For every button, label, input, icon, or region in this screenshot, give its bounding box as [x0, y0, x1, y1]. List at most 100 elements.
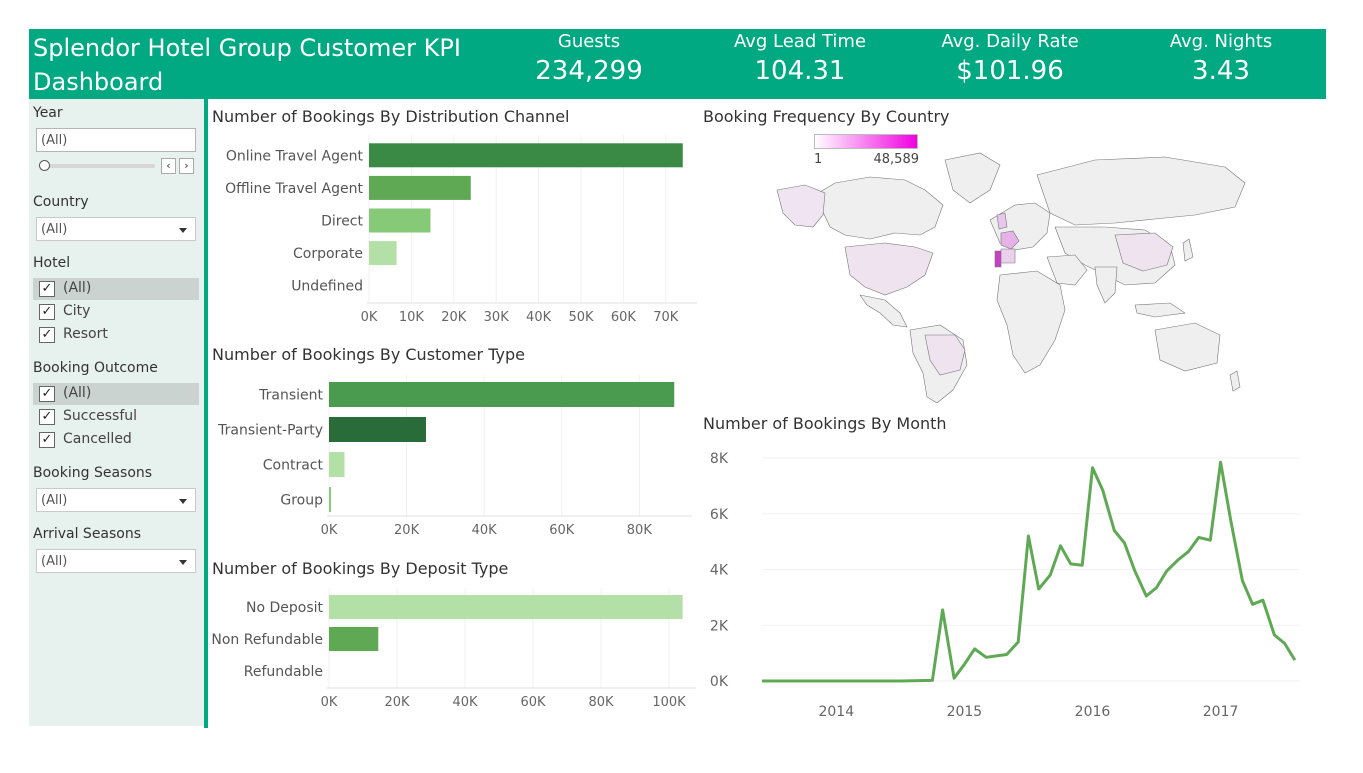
- tick-label: 40K: [452, 695, 478, 710]
- year-slider-track[interactable]: [43, 164, 155, 168]
- bar: [369, 208, 431, 233]
- country-shape-india: [1094, 266, 1118, 304]
- filter-title-booking-seasons: Booking Seasons: [33, 465, 153, 481]
- country-shape-japan: [1182, 238, 1194, 262]
- checkbox-checked-icon[interactable]: ✓: [39, 409, 55, 425]
- tick-label: 20K: [384, 695, 410, 710]
- tick-label: 80K: [627, 523, 653, 538]
- country-map-title: Booking Frequency By Country: [703, 107, 950, 126]
- booking-seasons-dropdown[interactable]: (All): [36, 488, 196, 512]
- checkbox-checked-icon[interactable]: ✓: [39, 304, 55, 320]
- filter-title-hotel: Hotel: [33, 255, 71, 271]
- next-icon[interactable]: ›: [179, 158, 194, 174]
- bar: [329, 595, 683, 619]
- chevron-down-icon: [179, 560, 187, 565]
- arrival-seasons-value: (All): [41, 554, 68, 569]
- monthly-bookings-title: Number of Bookings By Month: [703, 414, 947, 433]
- country-shape-indonesia: [1134, 302, 1186, 318]
- category-label: Contract: [263, 458, 324, 474]
- bar: [329, 487, 331, 512]
- checkbox-checked-icon[interactable]: ✓: [39, 281, 55, 297]
- world-map[interactable]: [775, 135, 1255, 404]
- x-tick-label: 2015: [947, 704, 983, 720]
- category-label: Transient-Party: [217, 423, 323, 439]
- category-label: Direct: [321, 214, 363, 230]
- checkbox-checked-icon[interactable]: ✓: [39, 386, 55, 402]
- country-dropdown[interactable]: (All): [36, 217, 196, 241]
- year-filter-input[interactable]: (All): [36, 128, 196, 152]
- customer-type-title: Number of Bookings By Customer Type: [212, 345, 525, 364]
- monthly-bookings-chart: 0K 2K 4K 6K 8K 2014 2015 2016 2017: [710, 451, 1300, 720]
- category-label: Group: [280, 493, 323, 509]
- country-shape-portugal: [994, 250, 1002, 268]
- tick-label: 20K: [394, 523, 420, 538]
- tick-label: 40K: [526, 310, 552, 325]
- bar: [369, 175, 471, 200]
- sidebar-divider: [204, 99, 208, 728]
- category-label: Refundable: [244, 664, 323, 680]
- filter-sidebar: Year (All) ‹ › Country (All) Hotel ✓ (Al…: [29, 99, 204, 726]
- outcome-option-cancelled[interactable]: ✓ Cancelled: [33, 429, 199, 451]
- filter-title-year: Year: [33, 105, 63, 121]
- outcome-option-successful[interactable]: ✓ Successful: [33, 406, 199, 428]
- deposit-type-chart: No Deposit Non Refundable Refundable 0K 20K 4…: [211, 588, 696, 710]
- bar: [329, 452, 345, 477]
- bar: [369, 241, 397, 266]
- tick-label: 60K: [520, 695, 546, 710]
- arrival-seasons-dropdown[interactable]: (All): [36, 549, 196, 573]
- kpi-avg-daily-rate: Avg. Daily Rate $101.96: [910, 29, 1110, 86]
- hotel-option-city[interactable]: ✓ City: [33, 301, 199, 323]
- kpi-avg-nights: Avg. Nights 3.43: [1121, 29, 1321, 86]
- hotel-option-label: (All): [63, 280, 92, 296]
- tick-label: 100K: [652, 695, 686, 710]
- country-shape-greenland: [944, 152, 1001, 204]
- bar: [329, 627, 379, 651]
- tick-label: 70K: [653, 310, 679, 325]
- hotel-option-label: City: [63, 303, 91, 319]
- x-tick-label: 2017: [1203, 704, 1239, 720]
- hotel-option-resort[interactable]: ✓ Resort: [33, 324, 199, 346]
- outcome-option-label: Cancelled: [63, 431, 132, 447]
- previous-icon[interactable]: ‹: [161, 158, 176, 174]
- kpi-label: Avg. Daily Rate: [941, 31, 1079, 52]
- country-shape-new-zealand: [1229, 370, 1241, 392]
- bar: [329, 417, 426, 442]
- world-map-svg: [776, 152, 1246, 404]
- tick-label: 0K: [321, 695, 338, 710]
- tick-label: 0K: [361, 310, 378, 325]
- customer-type-chart: Transient Transient-Party Contract Group 0K 2…: [217, 375, 692, 538]
- checkbox-checked-icon[interactable]: ✓: [39, 327, 55, 343]
- category-label: Corporate: [293, 246, 363, 262]
- country-shape-usa: [844, 242, 934, 296]
- filter-title-arrival-seasons: Arrival Seasons: [33, 526, 142, 542]
- country-shape-russia: [1036, 156, 1246, 226]
- chevron-down-icon: [179, 499, 187, 504]
- x-tick-label: 2016: [1075, 704, 1111, 720]
- y-tick-label: 6K: [710, 507, 729, 523]
- checkbox-checked-icon[interactable]: ✓: [39, 432, 55, 448]
- hotel-option-all[interactable]: ✓ (All): [33, 278, 199, 300]
- category-label: Undefined: [291, 279, 363, 295]
- kpi-label: Guests: [557, 31, 621, 52]
- kpi-header: Splendor Hotel Group Customer KPI Dashbo…: [29, 29, 1326, 99]
- distribution-channel-chart: Online Travel Agent Offline Travel Agent D…: [225, 135, 697, 325]
- category-label: Transient: [258, 388, 323, 404]
- country-shape-spain: [1000, 248, 1016, 264]
- category-label: No Deposit: [246, 600, 324, 616]
- year-slider-handle[interactable]: [39, 160, 50, 171]
- filter-title-country: Country: [33, 194, 89, 210]
- category-label: Online Travel Agent: [226, 148, 364, 164]
- outcome-option-label: Successful: [63, 408, 138, 424]
- kpi-value: 234,299: [535, 56, 643, 86]
- dashboard-title: Splendor Hotel Group Customer KPI Dashbo…: [33, 34, 461, 96]
- chevron-down-icon: [179, 228, 187, 233]
- y-tick-label: 8K: [710, 451, 729, 467]
- series-line: [762, 460, 1297, 683]
- tick-label: 0K: [321, 523, 338, 538]
- country-shape-africa: [996, 270, 1066, 374]
- y-tick-label: 2K: [710, 618, 729, 634]
- tick-label: 40K: [472, 523, 498, 538]
- country-shape-australia: [1154, 322, 1221, 372]
- country-shape-alaska: [776, 184, 826, 228]
- outcome-option-all[interactable]: ✓ (All): [33, 383, 199, 405]
